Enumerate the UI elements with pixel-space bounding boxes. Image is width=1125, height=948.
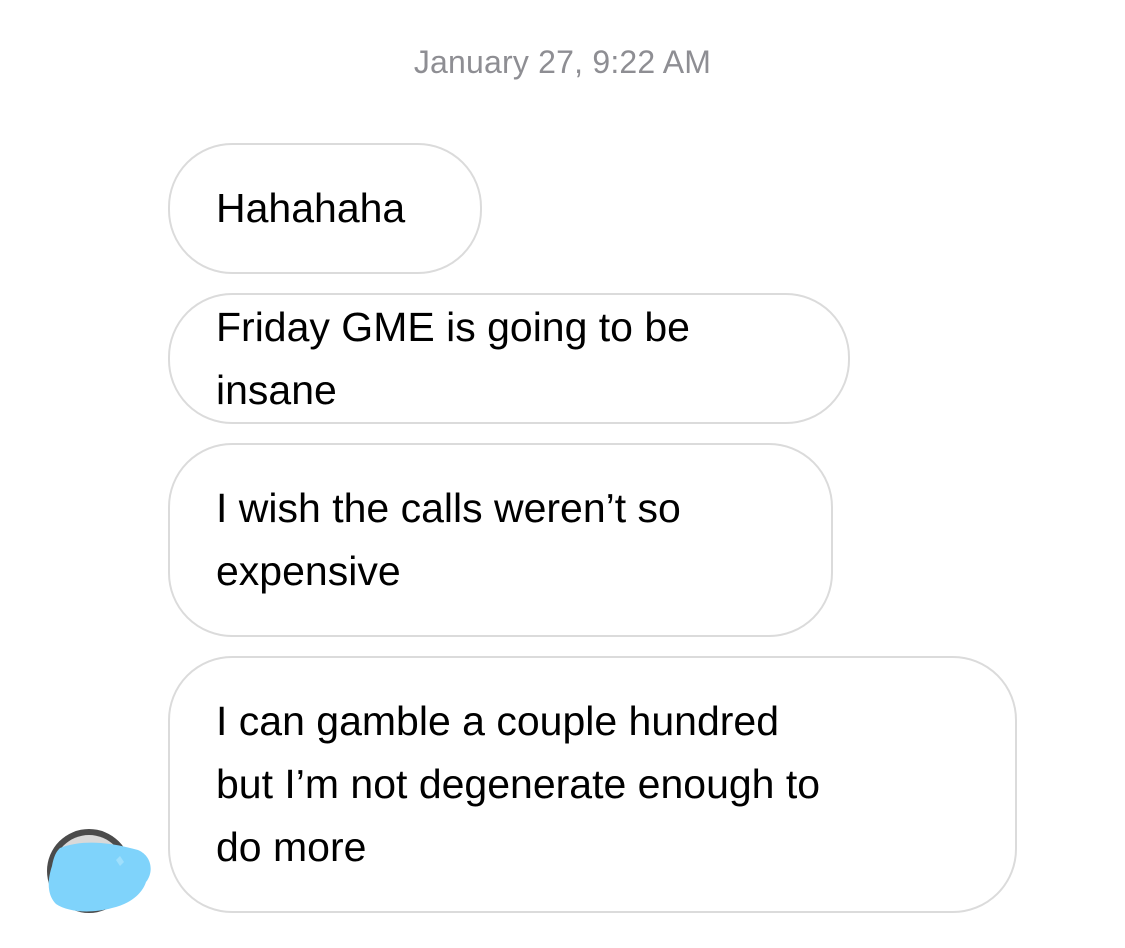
- message-text: Hahahaha: [216, 185, 406, 231]
- message-text: Friday GME is going to be insane: [216, 303, 702, 413]
- message-bubble[interactable]: I wish the calls weren’t so expensive: [168, 443, 833, 637]
- message-text: I can gamble a couple hundred but I’m no…: [216, 698, 821, 870]
- message-bubble[interactable]: Friday GME is going to be insane: [168, 293, 850, 424]
- message-text: I wish the calls weren’t so expensive: [216, 485, 681, 594]
- message-timestamp: January 27, 9:22 AM: [413, 44, 712, 80]
- message-bubble[interactable]: I can gamble a couple hundred but I’m no…: [168, 656, 1017, 913]
- redaction-scribble: [48, 842, 151, 912]
- message-bubble[interactable]: Hahahaha: [168, 143, 482, 274]
